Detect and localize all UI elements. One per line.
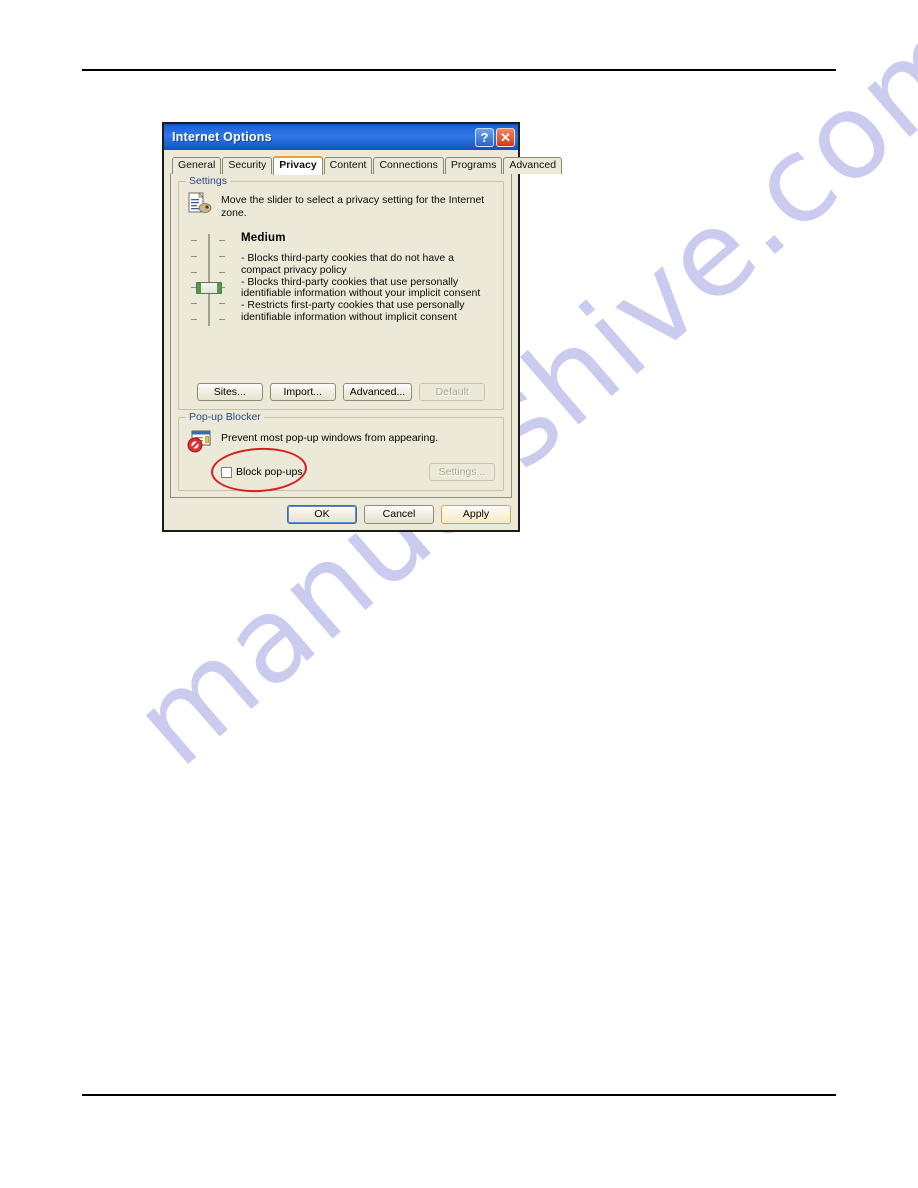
privacy-level-title: Medium <box>241 232 286 244</box>
close-icon[interactable]: ✕ <box>496 127 515 147</box>
privacy-level-slider[interactable] <box>187 232 231 328</box>
list-item: - Blocks third-party cookies that do not… <box>241 252 455 276</box>
settings-group: Settings Move the slider to select a pri… <box>178 175 504 410</box>
privacy-document-icon <box>187 192 213 218</box>
popup-blocker-legend: Pop-up Blocker <box>186 411 264 423</box>
tab-content[interactable]: Content <box>323 157 373 174</box>
settings-button-row: Sites... Import... Advanced... Default <box>187 383 495 401</box>
page-footer-rule <box>82 1094 836 1096</box>
settings-group-legend: Settings <box>186 175 230 187</box>
popup-blocked-icon <box>187 429 213 453</box>
popup-settings-button: Settings... <box>429 463 495 481</box>
dialog-title: Internet Options <box>172 130 272 144</box>
popup-blocker-intro-row: Prevent most pop-up windows from appeari… <box>187 429 495 453</box>
slider-ticks-left <box>191 240 198 320</box>
popup-blocker-group: Pop-up Blocker Prevent most pop-up windo… <box>178 411 504 495</box>
settings-intro-row: Move the slider to select a privacy sett… <box>187 192 495 219</box>
dialog-footer: OK Cancel Apply <box>170 498 512 524</box>
tab-security[interactable]: Security <box>222 157 273 174</box>
block-pop-ups-checkbox[interactable] <box>221 466 232 478</box>
tab-connections[interactable]: Connections <box>373 157 444 174</box>
settings-body: Medium - Blocks third-party cookies that… <box>187 232 495 375</box>
sites-button[interactable]: Sites... <box>196 383 263 401</box>
page-header-rule <box>82 69 836 71</box>
block-popups-row: Block pop-ups Settings... <box>209 445 495 495</box>
settings-intro-text: Move the slider to select a privacy sett… <box>221 194 485 219</box>
privacy-level-description: Medium - Blocks third-party cookies that… <box>241 232 495 375</box>
tab-programs[interactable]: Programs <box>444 157 503 174</box>
apply-button[interactable]: Apply <box>441 505 511 524</box>
ok-button[interactable]: OK <box>287 505 357 524</box>
dialog-titlebar[interactable]: Internet Options ? ✕ <box>164 124 518 150</box>
list-item: - Restricts first-party cookies that use… <box>241 299 465 323</box>
slider-thumb[interactable] <box>196 282 222 294</box>
list-item: - Blocks third-party cookies that use pe… <box>241 275 481 300</box>
popup-blocker-description: Prevent most pop-up windows from appeari… <box>221 432 439 444</box>
document-page: Internet Options ? ✕ General Security Pr… <box>0 0 918 1188</box>
privacy-level-bullets: - Blocks third-party cookies that do not… <box>241 252 495 324</box>
slider-ticks-right <box>219 240 226 320</box>
tab-strip: General Security Privacy Content Connect… <box>170 155 563 175</box>
default-button: Default <box>419 383 486 401</box>
import-button[interactable]: Import... <box>269 383 336 401</box>
help-icon[interactable]: ? <box>475 127 494 147</box>
cancel-button[interactable]: Cancel <box>364 505 434 524</box>
privacy-tab-page: Settings Move the slider to select a pri… <box>170 173 512 498</box>
tab-general[interactable]: General <box>172 157 222 174</box>
internet-options-dialog: Internet Options ? ✕ General Security Pr… <box>162 122 563 532</box>
tab-privacy[interactable]: Privacy <box>273 156 323 175</box>
titlebar-buttons: ? ✕ <box>475 127 515 147</box>
tab-advanced[interactable]: Advanced <box>503 157 563 174</box>
advanced-button[interactable]: Advanced... <box>342 383 413 401</box>
block-pop-ups-label: Block pop-ups <box>236 466 303 478</box>
dialog-client: General Security Privacy Content Connect… <box>164 150 563 530</box>
slider-track <box>208 234 210 326</box>
